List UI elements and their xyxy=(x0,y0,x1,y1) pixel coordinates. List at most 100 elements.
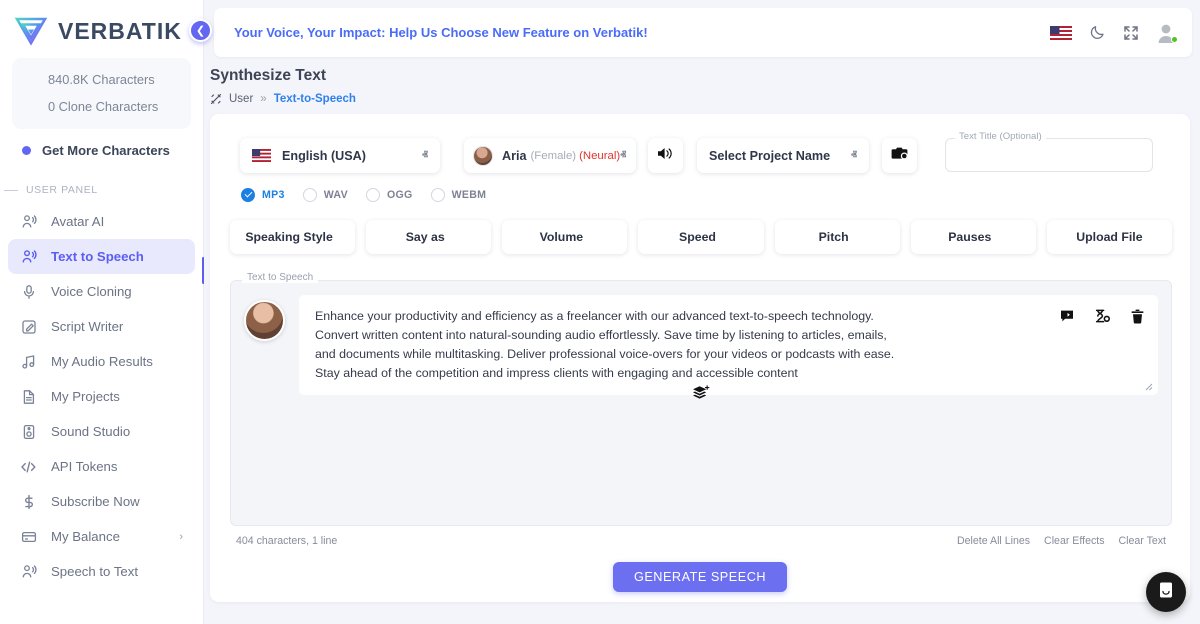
tool-label: Pitch xyxy=(819,230,849,244)
chevron-up-icon: ⱏ xyxy=(620,148,626,163)
person-speaking-icon xyxy=(20,213,37,230)
voice-avatar-icon[interactable] xyxy=(244,300,285,341)
user-panel-text: USER PANEL xyxy=(26,184,98,196)
comment-effect-icon[interactable] xyxy=(1060,309,1074,323)
sidebar-item-my-audio-results[interactable]: My Audio Results xyxy=(8,344,195,379)
user-avatar-icon[interactable] xyxy=(1156,22,1176,44)
breadcrumb-separator: » xyxy=(260,93,266,105)
sidebar-item-sound-studio[interactable]: Sound Studio xyxy=(8,414,195,449)
brand-logo-block[interactable]: VERBATIK xyxy=(0,0,203,58)
tool-label: Speed xyxy=(679,230,716,244)
breadcrumb: User » Text-to-Speech xyxy=(210,93,1200,105)
sidebar-collapse-button[interactable]: ❮ xyxy=(189,19,212,42)
get-more-characters-button[interactable]: Get More Characters xyxy=(0,129,203,170)
add-layer-icon[interactable] xyxy=(692,385,710,407)
text-title-input[interactable] xyxy=(945,138,1153,172)
trash-delete-icon[interactable] xyxy=(1131,309,1144,324)
tool-speed[interactable]: Speed ⱟ xyxy=(638,220,763,254)
textarea-resize-handle[interactable] xyxy=(1145,383,1153,391)
camera-project-icon xyxy=(891,145,909,166)
sidebar-item-voice-cloning[interactable]: Voice Cloning xyxy=(8,274,195,309)
project-selector[interactable]: Select Project Name ⱏ xyxy=(697,138,869,173)
effects-toolbar: Speaking Style ⱟ Say as ⱟ Volume ⱟ Speed… xyxy=(230,220,1172,254)
audio-format-radio-group: MP3 WAV OGG WEBM xyxy=(241,188,1172,202)
promo-banner-link[interactable]: Your Voice, Your Impact: Help Us Choose … xyxy=(234,25,648,40)
editor-footer: 404 characters, 1 line Delete All Lines … xyxy=(230,535,1172,547)
sidebar-item-label: My Projects xyxy=(51,389,120,404)
text-title-label: Text Title (Optional) xyxy=(955,131,1046,142)
tool-label: Say as xyxy=(406,230,445,244)
sidebar-item-label: Text to Speech xyxy=(51,249,144,264)
project-value: Select Project Name xyxy=(709,149,830,163)
us-flag-icon[interactable] xyxy=(1050,26,1072,40)
sidebar-item-my-balance[interactable]: My Balance › xyxy=(8,519,195,554)
sidebar-item-api-tokens[interactable]: API Tokens xyxy=(8,449,195,484)
editor-textarea-box[interactable]: Enhance your productivity and efficiency… xyxy=(299,295,1158,395)
delete-all-lines-link[interactable]: Delete All Lines xyxy=(957,535,1030,547)
format-option-webm[interactable]: WEBM xyxy=(431,188,487,202)
voice-selector[interactable]: Aria (Female) (Neural) ⱏ xyxy=(464,138,636,173)
format-label: WAV xyxy=(324,189,348,201)
sidebar-nav: Avatar AI Text to Speech Voice Cloning S… xyxy=(0,204,203,589)
format-label: OGG xyxy=(387,189,413,201)
project-camera-button[interactable] xyxy=(882,138,917,173)
breadcrumb-current[interactable]: Text-to-Speech xyxy=(274,93,356,105)
breadcrumb-root[interactable]: User xyxy=(229,93,253,105)
editor-action-links: Delete All Lines Clear Effects Clear Tex… xyxy=(957,535,1166,547)
sidebar-item-subscribe-now[interactable]: Subscribe Now xyxy=(8,484,195,519)
us-flag-icon xyxy=(252,149,271,162)
tool-volume[interactable]: Volume ⱟ xyxy=(502,220,627,254)
radio-icon xyxy=(303,188,317,202)
editor-wrap: Text to Speech Enhance your productivity… xyxy=(230,280,1172,547)
chevron-right-icon: › xyxy=(179,531,183,543)
bullet-dot-icon xyxy=(22,146,31,155)
document-icon xyxy=(20,388,37,405)
moon-dark-mode-icon[interactable] xyxy=(1089,24,1106,41)
tool-upload-file[interactable]: Upload File xyxy=(1047,220,1172,254)
clear-effects-icon[interactable] xyxy=(1095,309,1110,323)
brand-name: VERBATIK xyxy=(58,18,182,45)
tool-pauses[interactable]: Pauses ⱟ xyxy=(911,220,1036,254)
voice-preview-button[interactable] xyxy=(648,138,683,173)
clear-effects-link[interactable]: Clear Effects xyxy=(1044,535,1104,547)
format-option-mp3[interactable]: MP3 xyxy=(241,188,285,202)
chat-support-button[interactable] xyxy=(1146,572,1186,612)
chevron-up-icon: ⱏ xyxy=(851,148,857,163)
format-option-wav[interactable]: WAV xyxy=(303,188,348,202)
page-header: Synthesize Text User » Text-to-Speech xyxy=(204,57,1200,105)
generate-row: GENERATE SPEECH xyxy=(228,562,1172,592)
text-title-field-wrap: Text Title (Optional) xyxy=(945,138,1153,172)
characters-count: 840.8K Characters xyxy=(12,66,191,93)
editor-legend-label: Text to Speech xyxy=(242,272,318,283)
sidebar-item-text-to-speech[interactable]: Text to Speech xyxy=(8,239,195,274)
format-option-ogg[interactable]: OGG xyxy=(366,188,413,202)
sidebar-item-label: Voice Cloning xyxy=(51,284,132,299)
fullscreen-expand-icon[interactable] xyxy=(1123,25,1139,41)
pencil-square-icon xyxy=(20,318,37,335)
tool-label: Volume xyxy=(540,230,584,244)
voice-name: Aria xyxy=(502,149,527,163)
dollar-sign-icon xyxy=(20,493,37,510)
sidebar-item-script-writer[interactable]: Script Writer xyxy=(8,309,195,344)
tool-speaking-style[interactable]: Speaking Style ⱟ xyxy=(230,220,355,254)
topbar-icon-group xyxy=(1050,22,1176,44)
format-label: WEBM xyxy=(452,189,487,201)
sidebar-item-my-projects[interactable]: My Projects xyxy=(8,379,195,414)
sidebar: VERBATIK ❮ 840.8K Characters 0 Clone Cha… xyxy=(0,0,204,624)
tool-pitch[interactable]: Pitch ⱟ xyxy=(775,220,900,254)
format-label: MP3 xyxy=(262,189,285,201)
sidebar-item-speech-to-text[interactable]: Speech to Text xyxy=(8,554,195,589)
language-value: English (USA) xyxy=(282,149,366,163)
tool-say-as[interactable]: Say as ⱟ xyxy=(366,220,491,254)
status-badge xyxy=(1171,36,1178,43)
language-selector[interactable]: English (USA) ⱏ xyxy=(240,138,440,173)
clone-characters-count: 0 Clone Characters xyxy=(12,93,191,120)
page-title: Synthesize Text xyxy=(210,67,1200,85)
clear-text-link[interactable]: Clear Text xyxy=(1119,535,1167,547)
chat-bubble-icon xyxy=(1157,581,1175,604)
generate-speech-button[interactable]: GENERATE SPEECH xyxy=(613,562,787,592)
voice-type: (Neural) xyxy=(579,150,620,162)
editor-text[interactable]: Enhance your productivity and efficiency… xyxy=(315,307,900,383)
sidebar-item-avatar-ai[interactable]: Avatar AI xyxy=(8,204,195,239)
sidebar-item-label: My Balance xyxy=(51,529,120,544)
